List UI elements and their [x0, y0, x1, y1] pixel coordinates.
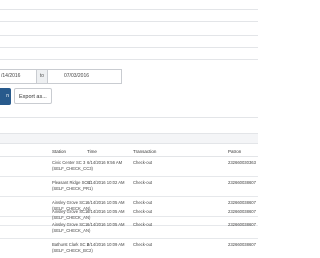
divider — [0, 35, 258, 36]
divider — [0, 117, 258, 118]
transaction-cell: Check-out — [133, 180, 153, 185]
table-row[interactable]: Ainsley Grove SC1 (SELF_CHECK_AN) 6/14/2… — [0, 219, 258, 239]
transaction-cell: Check-out — [133, 200, 153, 205]
page: /14/2016 to 07/03/2016 n Export as... St… — [0, 0, 258, 258]
station-name: Ainsley Grove SC1 — [52, 209, 88, 214]
time-cell: 6/14/2016 10:05 AM — [87, 209, 125, 214]
table-row[interactable]: Bathurst Clark SC 2 (SELF_CHECK_BC2) 6/1… — [0, 239, 258, 258]
patron-cell: 232660030363 — [228, 160, 256, 165]
station-id: (SELF_CHECK_BC2) — [52, 247, 93, 253]
column-header-time[interactable]: Time — [87, 149, 97, 154]
time-cell: 6/14/2016 10:05 AM — [87, 222, 125, 227]
patron-cell: 232660038607 — [228, 180, 256, 185]
transaction-cell: Check-out — [133, 222, 153, 227]
station-id: (SELF_CHECK_PR1) — [52, 185, 93, 191]
transaction-cell: Check-out — [133, 160, 153, 165]
time-cell: 6/14/2016 10:02 AM — [87, 180, 125, 185]
search-button[interactable]: n — [0, 88, 11, 105]
patron-cell: 232660038607 — [228, 209, 256, 214]
column-header-transaction[interactable]: Transaction — [133, 149, 156, 154]
station-id: (SELF_CHECK_CC3) — [52, 165, 93, 171]
station-name: Ainsley Grove SC1 — [52, 222, 88, 227]
divider — [0, 21, 258, 22]
export-button[interactable]: Export as... — [14, 88, 52, 104]
time-cell: 6/14/2016 10:05 AM — [87, 200, 125, 205]
station-id: (SELF_CHECK_AN) — [52, 227, 91, 233]
station-name: Ainsley Grove SC1 — [52, 200, 88, 205]
divider — [0, 9, 258, 10]
patron-cell: 232660038607 — [228, 222, 256, 227]
date-range-filter: /14/2016 to 07/03/2016 — [0, 69, 258, 84]
results-header-bar — [0, 133, 258, 144]
date-from-input[interactable]: /14/2016 — [0, 69, 40, 84]
column-header-station[interactable]: Station — [52, 149, 66, 154]
column-header-patron[interactable]: Patron — [228, 149, 241, 154]
divider — [0, 47, 258, 48]
divider — [0, 59, 258, 60]
station-cell: Ainsley Grove SC1 (SELF_CHECK_AN) — [52, 222, 90, 233]
table-row[interactable]: Civic Center SC 3 (SELF_CHECK_CC3) 6/14/… — [0, 157, 258, 177]
transaction-cell: Check-out — [133, 209, 153, 214]
patron-cell: 232660038607 — [228, 200, 256, 205]
date-to-input[interactable]: 07/03/2016 — [47, 69, 122, 84]
time-cell: 6/14/2016 9:56 AM — [87, 160, 123, 165]
transaction-cell: Check-out — [133, 242, 153, 247]
patron-cell: 232660038607 — [228, 242, 256, 247]
table-row[interactable]: Pleasant Ridge SC 1 (SELF_CHECK_PR1) 6/1… — [0, 177, 258, 197]
time-cell: 6/14/2016 10:09 AM — [87, 242, 125, 247]
